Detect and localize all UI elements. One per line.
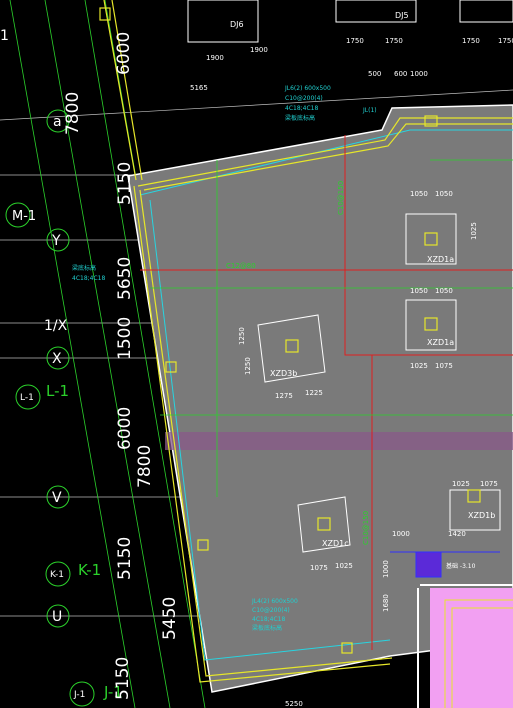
label-xzd3b: XZD3b — [270, 369, 297, 378]
label-xzd1b: XZD1b — [468, 511, 495, 520]
label-dj6: DJ6 — [230, 20, 244, 29]
axis-label-v: V — [52, 490, 62, 506]
beam-note-bottom: JL4(2) 600x500 — [251, 598, 298, 605]
dim-small: 1050 — [435, 190, 453, 198]
dim-7800-b: 7800 — [135, 445, 155, 488]
dim-small: 1750 — [498, 37, 513, 45]
axis-label-x: X — [52, 351, 62, 367]
axis-label-1: 1 — [0, 28, 9, 44]
dim-small: 1250 — [238, 327, 246, 345]
dim-small: 1680 — [382, 594, 390, 612]
dim-small: 1000 — [382, 560, 390, 578]
dim-small: 1750 — [346, 37, 364, 45]
dim-small: 1750 — [462, 37, 480, 45]
dim-6000-top: 6000 — [114, 32, 134, 75]
beam-note-left: 梁底标高 — [72, 264, 96, 272]
axis-label-y: Y — [51, 233, 61, 249]
axis-label-j1-circle: J-1 — [73, 690, 85, 700]
dim-small: 1000 — [410, 70, 428, 78]
axis-bubbles — [5, 109, 95, 707]
dim-small: 1250 — [244, 357, 252, 375]
dim-small: 1025 — [335, 562, 353, 570]
label-xzd1c: XZD1c — [322, 539, 349, 548]
dim-5150-b: 5150 — [115, 537, 135, 580]
axis-label-1x: 1/X — [44, 318, 68, 334]
dim-5150-c: 5150 — [113, 657, 133, 700]
dim-small: 1225 — [305, 389, 323, 397]
dim-small: 1075 — [480, 480, 498, 488]
dim-small: 500 — [368, 70, 381, 78]
dim-7800: 7800 — [63, 92, 83, 135]
dim-small: 1075 — [435, 362, 453, 370]
beam-note-top: 梁板底标高 — [285, 114, 315, 122]
dim-small: 1900 — [206, 54, 224, 62]
foundation-plan-svg: a M-1 Y 1/X X V U 1 L-1 K-1 J-1 L-1 K-1 … — [0, 0, 513, 708]
dim-5650: 5650 — [115, 257, 135, 300]
dim-small: 1050 — [410, 287, 428, 295]
beam-note-top: C10@200(4) — [285, 95, 323, 102]
blue-detail — [415, 551, 442, 578]
dim-5450: 5450 — [160, 597, 180, 640]
beam-note-top: 4C18;4C18 — [285, 105, 318, 112]
dim-small: 1050 — [410, 190, 428, 198]
axis-label-k1-circle: K-1 — [50, 570, 64, 580]
beam-note-left: 4C18;4C18 — [72, 275, 105, 282]
label-xzd1a-top: XZD1a — [427, 255, 454, 264]
beam-note-bottom: C10@200(4) — [252, 607, 290, 614]
dim-small: 5165 — [190, 84, 208, 92]
dim-small: 1025 — [470, 222, 478, 240]
axis-label-l1-circle: L-1 — [20, 393, 34, 403]
dim-small: 1900 — [250, 46, 268, 54]
dim-small: 1750 — [385, 37, 403, 45]
beam-note-bottom: 4C18;4C18 — [252, 616, 285, 623]
rebar-note-c12: C12@80 — [226, 262, 256, 270]
dim-small: 600 — [394, 70, 407, 78]
rebar-note-mid: C10@150 — [337, 181, 345, 215]
dim-small: 1075 — [310, 564, 328, 572]
footing-dj6 — [187, 0, 259, 43]
beam-note-js1: JL(1) — [362, 107, 377, 114]
label-dj5: DJ5 — [395, 11, 409, 20]
axis-label-m1: M-1 — [12, 209, 36, 224]
axis-tag-k1: K-1 — [78, 561, 101, 579]
pink-zone — [430, 588, 513, 708]
dim-small: 1025 — [452, 480, 470, 488]
axis-label-a: a — [53, 114, 62, 130]
dim-6000-mid: 6000 — [115, 407, 135, 450]
dim-1500: 1500 — [115, 317, 135, 360]
elevation-tag: 基础 -3.10 — [446, 562, 476, 570]
axis-tag-l1: L-1 — [46, 382, 69, 400]
beam-note-bottom: 梁板底标高 — [252, 624, 282, 632]
dim-small: 5250 — [285, 700, 303, 708]
dim-5150-a: 5150 — [115, 162, 135, 205]
cad-drawing-canvas: a M-1 Y 1/X X V U 1 L-1 K-1 J-1 L-1 K-1 … — [0, 0, 513, 708]
dim-small: 1050 — [435, 287, 453, 295]
axis-label-u: U — [52, 609, 62, 625]
label-xzd1a-mid: XZD1a — [427, 338, 454, 347]
dim-small: 1420 — [448, 530, 466, 538]
dim-small: 1025 — [410, 362, 428, 370]
dim-small: 1275 — [275, 392, 293, 400]
rebar-note-low: C10@150 — [362, 511, 370, 545]
dim-small: 1000 — [392, 530, 410, 538]
beam-note-top: JL6(2) 600x500 — [284, 85, 331, 92]
